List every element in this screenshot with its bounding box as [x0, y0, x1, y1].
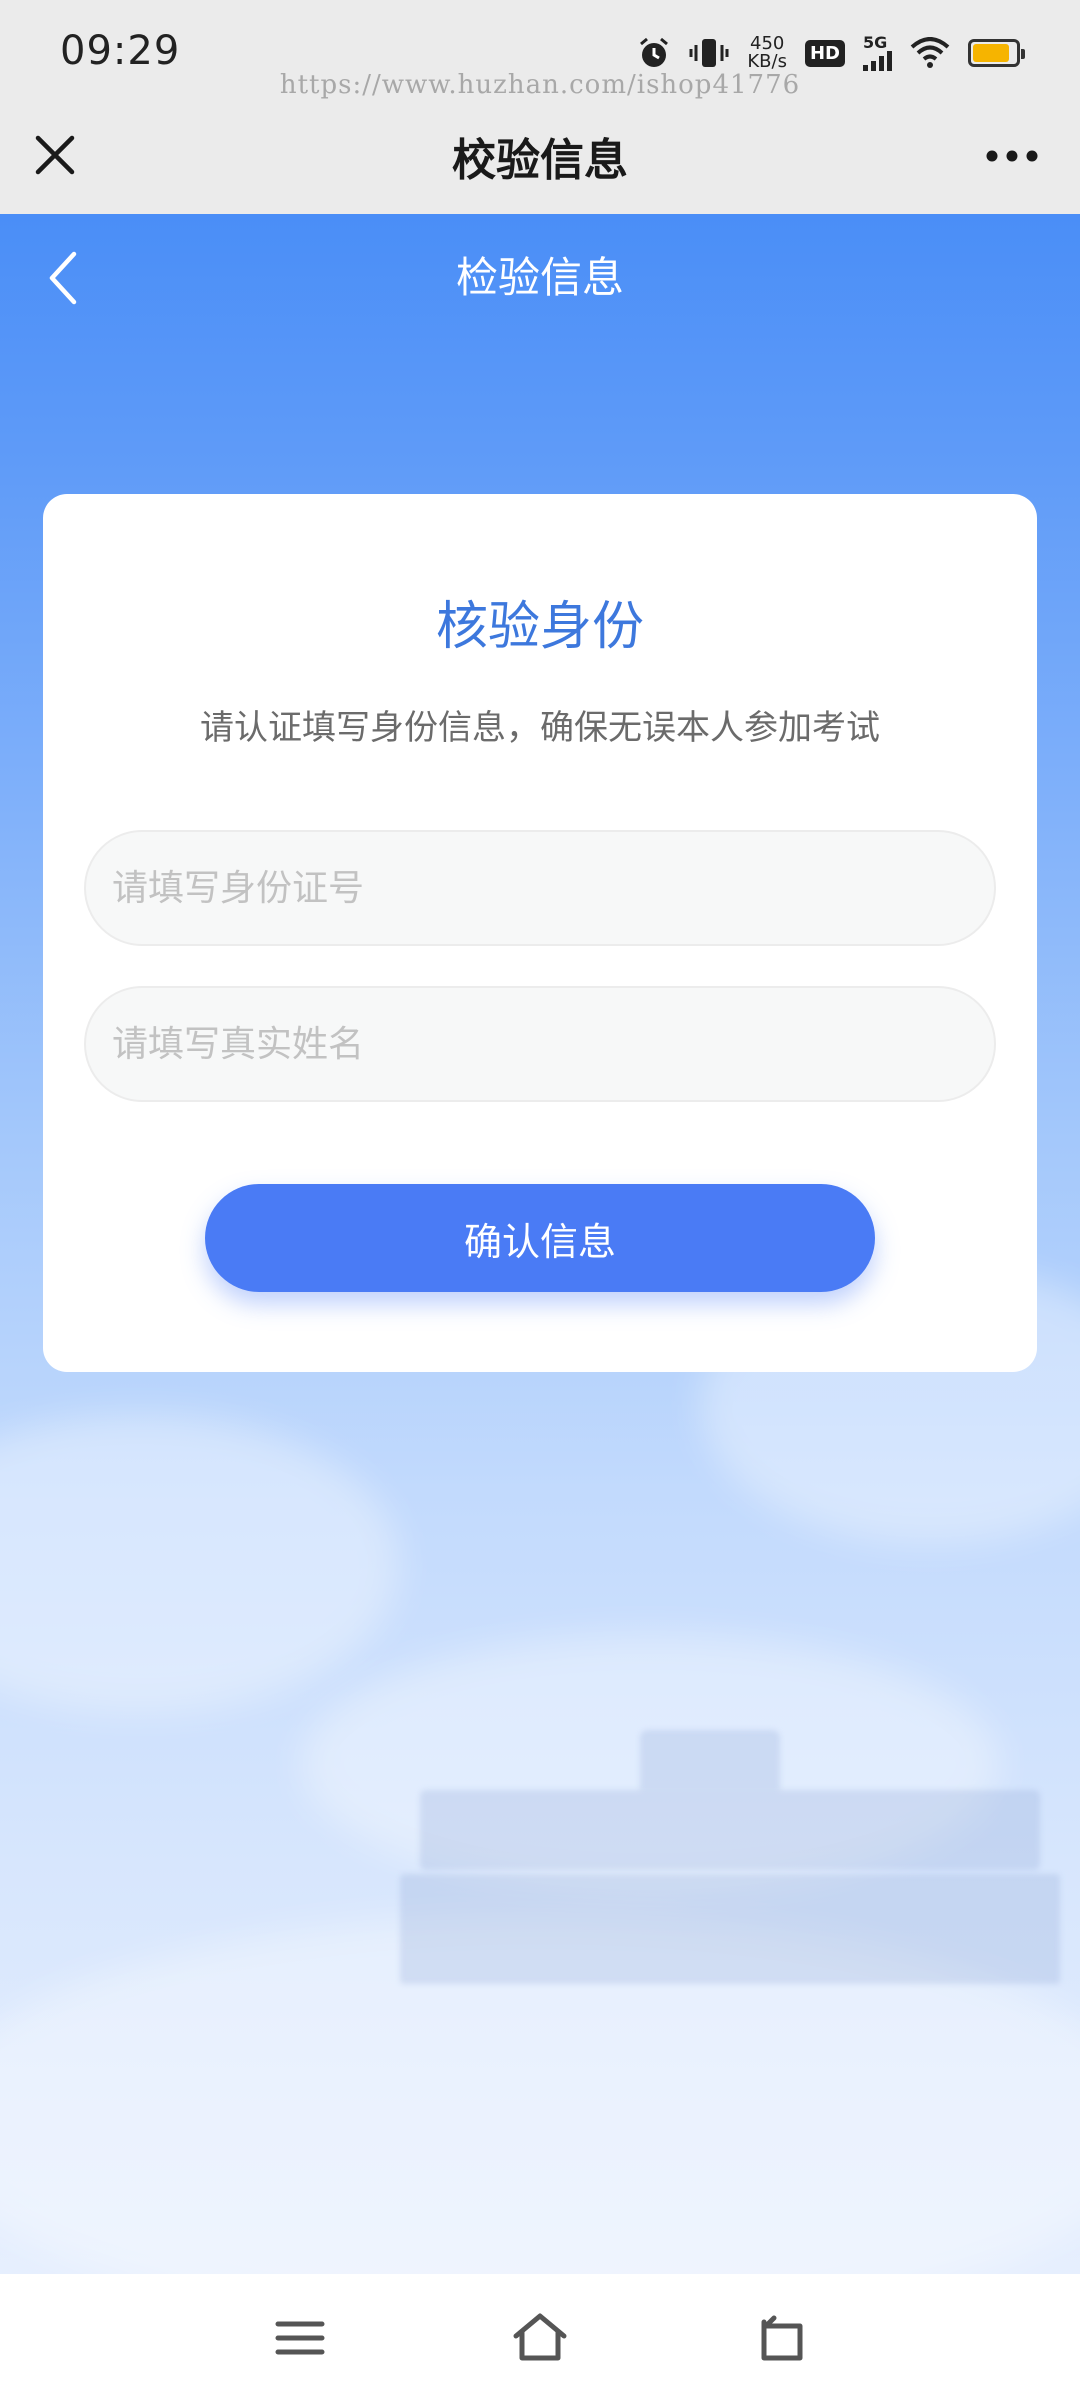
card-title: 核验身份: [435, 597, 644, 657]
watermark: https://www.huzhan.com/ishop41776: [279, 70, 801, 100]
signal-label: 5G: [863, 33, 888, 52]
home-icon[interactable]: [510, 2310, 570, 2366]
wifi-icon: [910, 37, 950, 68]
net-speed: 450 KB/s: [747, 35, 787, 71]
confirm-button[interactable]: 确认信息: [205, 1184, 875, 1292]
verify-card: 核验身份 请认证填写身份信息，确保无误本人参加考试 确认信息: [43, 494, 1037, 1372]
page-content: 检验信息 核验身份 请认证填写身份信息，确保无误本人参加考试 确认信息: [0, 214, 1080, 2274]
signal-bars-icon: [863, 51, 892, 71]
system-nav-bar: [0, 2274, 1080, 2400]
more-icon[interactable]: [984, 138, 1040, 174]
mini-program-header: 校验信息: [0, 110, 1080, 214]
net-speed-unit: KB/s: [747, 51, 787, 72]
id-number-input[interactable]: [84, 830, 996, 946]
hd-badge: HD: [804, 39, 845, 67]
battery-icon: [968, 39, 1025, 67]
vibrate-icon: [689, 39, 729, 67]
page-title: 检验信息: [455, 253, 624, 302]
background-ship: [420, 1790, 1040, 1870]
back-icon[interactable]: [752, 2310, 812, 2366]
status-bar: 09:29 450 KB/s HD 5G https://www.huzhan.…: [0, 0, 1080, 110]
background-cloud: [0, 1414, 400, 1714]
signal-indicator: 5G: [863, 35, 892, 71]
card-subtitle: 请认证填写身份信息，确保无误本人参加考试: [200, 708, 880, 748]
background-ship: [400, 1874, 1060, 1984]
battery-level: [973, 44, 1009, 62]
menu-icon[interactable]: [270, 2310, 330, 2366]
real-name-input[interactable]: [84, 986, 996, 1102]
background-ship: [640, 1730, 780, 1790]
status-time: 09:29: [60, 28, 181, 74]
alarm-icon: [640, 37, 669, 67]
mini-program-title: 校验信息: [452, 135, 628, 186]
